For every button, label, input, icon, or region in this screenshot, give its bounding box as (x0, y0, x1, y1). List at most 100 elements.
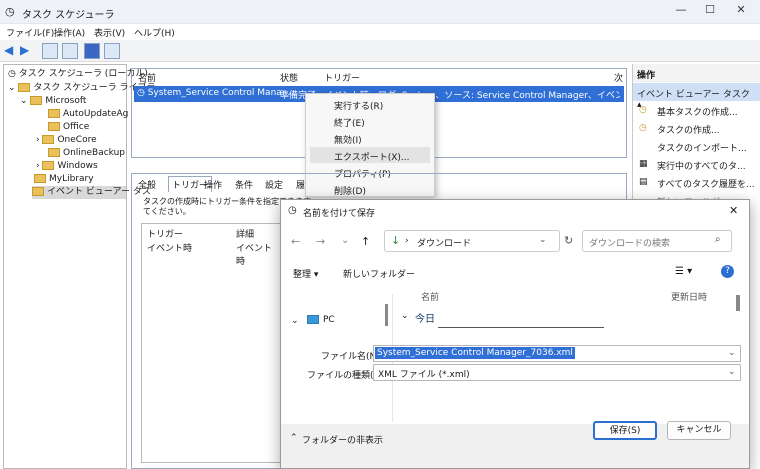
menu-action[interactable]: 操作(A) (54, 26, 85, 39)
help-icon[interactable]: ? (721, 265, 734, 278)
recent-dropdown-icon[interactable]: ⌄ (341, 235, 349, 246)
op-create-basic[interactable]: 基本タスクの作成... (657, 105, 738, 118)
file-scrollbar[interactable] (736, 295, 740, 311)
menu-bar: ファイル(F) 操作(A) 表示(V) ヘルプ(H) (0, 24, 760, 40)
folder-icon (48, 109, 60, 118)
folder-icon (48, 122, 60, 131)
search-icon: ⌕ (715, 234, 721, 245)
tree-item[interactable]: › OneCore (36, 134, 97, 147)
folder-icon (42, 161, 55, 170)
col-date[interactable]: 更新日時 (671, 290, 707, 303)
col-trigger[interactable]: トリガー (324, 71, 360, 84)
tree-microsoft[interactable]: ⌄ Microsoft (20, 95, 86, 108)
tab-settings[interactable]: 設定 (265, 178, 283, 191)
hide-folders-link[interactable]: フォルダーの非表示 (302, 433, 383, 446)
clock-icon: ◷ (8, 69, 19, 79)
menu-end[interactable]: 終了(E) (334, 116, 365, 129)
tree-event-viewer[interactable]: イベント ビューアー タス (32, 186, 151, 199)
tree-item[interactable]: OnlineBackup (48, 147, 125, 160)
folder-icon (30, 96, 43, 105)
dialog-title: 名前を付けて保存 (303, 209, 376, 219)
menu-view[interactable]: 表示(V) (94, 26, 125, 39)
col-name[interactable]: 名前 (138, 71, 156, 84)
back-icon[interactable]: ◀ (4, 43, 13, 57)
folder-icon (34, 174, 46, 183)
task-name: ◷ System_Service Control Mana... (137, 88, 291, 98)
tab-conditions[interactable]: 条件 (235, 178, 253, 191)
refresh-icon[interactable]: ↻ (564, 234, 573, 247)
menu-help[interactable]: ヘルプ(H) (134, 26, 175, 39)
cancel-button[interactable]: キャンセル (667, 421, 731, 440)
filetype-select[interactable]: XML ファイル (*.xml) ⌄ (373, 364, 741, 381)
trigger-description-2: てください。 (143, 207, 191, 216)
search-box[interactable]: ダウンロードの検索 ⌕ (582, 230, 732, 252)
tree-mylibrary[interactable]: MyLibrary (34, 173, 94, 186)
show-hide-tree-icon[interactable] (62, 43, 78, 59)
tree-item[interactable]: AutoUpdateAg (48, 108, 128, 121)
ops-section[interactable]: イベント ビューアー タスク ▴ (633, 83, 760, 110)
divider (438, 327, 604, 328)
tree-item[interactable]: Office (48, 121, 89, 134)
forward-arrow-icon[interactable]: → (316, 235, 325, 248)
window-title: タスク スケジューラ (22, 10, 115, 21)
save-as-dialog: ◷ 名前を付けて保存 ✕ ← → ⌄ ↑ ↓ › ダウンロード ⌄ ↻ ダウンロ… (280, 199, 750, 469)
col-trigger: トリガー (147, 230, 184, 240)
view-options-icon[interactable]: ☰ ▾ (675, 266, 692, 277)
download-icon: ↓ (391, 234, 401, 247)
col-name[interactable]: 名前 (421, 290, 439, 303)
address-bar[interactable]: ↓ › ダウンロード ⌄ (384, 230, 560, 252)
filetype-dropdown-icon[interactable]: ⌄ (728, 367, 736, 377)
col-state[interactable]: 状態 (280, 71, 298, 84)
maximize-button[interactable]: ☐ (697, 3, 723, 21)
group-collapse-icon[interactable]: ⌄ (401, 311, 409, 321)
tree-root[interactable]: ◷ タスク スケジューラ (ローカル) (8, 68, 148, 81)
nav-pc[interactable]: PC (323, 315, 335, 325)
trigger-detail: イベント時 (236, 244, 273, 267)
nav-scrollbar[interactable] (385, 304, 388, 326)
forward-icon[interactable]: ▶ (20, 43, 29, 57)
op-history[interactable]: すべてのタスク履歴を... (657, 177, 755, 190)
tab-actions[interactable]: 操作 (204, 178, 222, 191)
col-next[interactable]: 次 (614, 71, 623, 84)
col-detail: 詳細 (236, 230, 255, 240)
op-create[interactable]: タスクの作成... (657, 123, 720, 136)
tree-item[interactable]: › Windows (36, 160, 98, 173)
folder-icon (42, 135, 55, 144)
folder-icon (18, 83, 31, 92)
trigger-value[interactable]: イベント時 (147, 241, 192, 254)
close-button[interactable]: ✕ (728, 3, 754, 21)
ops-header: 操作 (633, 64, 760, 82)
filename-field[interactable]: System_Service Control Manager_7036.xml … (373, 345, 741, 362)
back-arrow-icon[interactable]: ← (291, 235, 300, 248)
organize-button[interactable]: 整理 ▾ (293, 267, 318, 280)
filename-dropdown-icon[interactable]: ⌄ (728, 348, 736, 358)
menu-disable[interactable]: 無効(I) (334, 133, 362, 146)
help-icon[interactable] (84, 43, 100, 59)
trigger-list: トリガー 詳細 イベント時 イベント時 (141, 223, 281, 463)
tab-general[interactable]: 全般 (138, 178, 156, 191)
new-folder-button[interactable]: 新しいフォルダー (343, 267, 415, 280)
expand-icon[interactable]: ⌄ (291, 316, 299, 326)
up-arrow-icon[interactable]: ↑ (361, 235, 370, 248)
running-tasks-icon: ▦ (639, 159, 648, 169)
save-button[interactable]: 保存(S) (593, 421, 657, 440)
menu-run[interactable]: 実行する(R) (334, 99, 383, 112)
chevron-up-icon[interactable]: ⌃ (290, 433, 298, 443)
navigation-tree: ◷ タスク スケジューラ (ローカル) ⌄ タスク スケジューラ ライブラ ⌄ … (3, 64, 156, 469)
menu-export[interactable]: エクスポート(X)... (334, 150, 410, 163)
clock-icon: ◷ (288, 205, 297, 216)
address-dropdown-icon[interactable]: ⌄ (539, 235, 547, 245)
op-running[interactable]: 実行中のすべてのタ... (657, 159, 746, 172)
dialog-close-button[interactable]: ✕ (729, 204, 738, 217)
minimize-button[interactable]: — (668, 3, 694, 21)
search-input[interactable]: ダウンロードの検索 (589, 236, 670, 249)
menu-file[interactable]: ファイル(F) (6, 26, 54, 39)
filename-input[interactable]: System_Service Control Manager_7036.xml (375, 347, 575, 359)
op-import[interactable]: タスクのインポート... (657, 141, 747, 154)
group-today: 今日 (415, 314, 435, 325)
tab-history[interactable]: 履 (296, 178, 305, 191)
title-bar: ◷ タスク スケジューラ — ☐ ✕ (0, 0, 760, 24)
show-pane-icon[interactable] (104, 43, 120, 59)
create-task-icon: ◷ (639, 123, 647, 133)
up-folder-icon[interactable] (42, 43, 58, 59)
